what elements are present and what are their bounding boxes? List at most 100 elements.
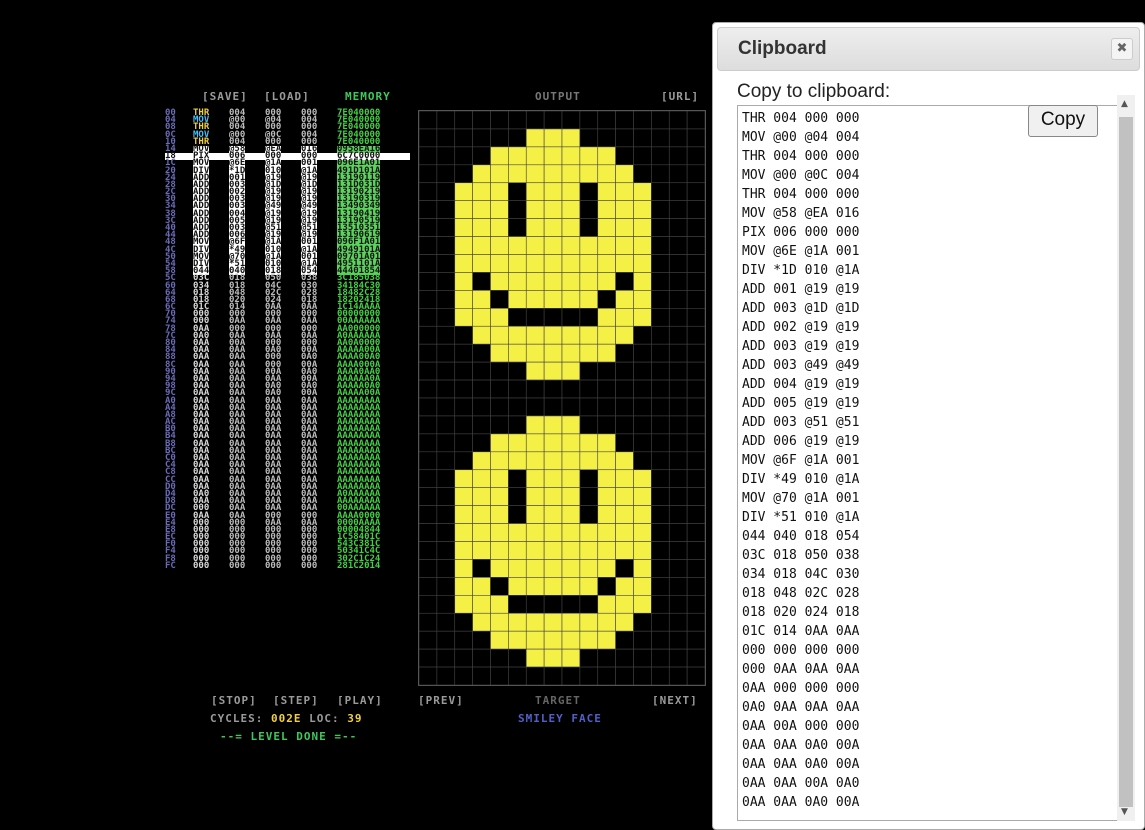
- output-pixel: [454, 451, 473, 471]
- output-pixel: [543, 415, 563, 435]
- output-pixel: [436, 325, 456, 345]
- clipboard-textarea[interactable]: THR 004 000 000 MOV @00 @04 004 THR 004 …: [737, 105, 1118, 821]
- output-pixel: [597, 200, 616, 219]
- output-pixel: [436, 666, 456, 685]
- output-pixel: [651, 164, 670, 184]
- output-pixel: [525, 111, 545, 130]
- next-button[interactable]: [NEXT]: [652, 694, 698, 707]
- output-pixel: [454, 111, 473, 130]
- output-pixel: [525, 343, 545, 363]
- scroll-up-icon[interactable]: ▲: [1121, 99, 1128, 109]
- output-pixel: [436, 612, 456, 632]
- output-pixel: [597, 577, 616, 596]
- output-pixel: [651, 487, 670, 506]
- output-pixel: [419, 577, 438, 596]
- output-pixel: [597, 666, 616, 685]
- output-pixel: [436, 308, 456, 327]
- output-pixel: [525, 433, 545, 453]
- code-row[interactable]: FC 000 000 000 000 281C2014: [165, 560, 410, 571]
- output-pixel: [419, 164, 438, 184]
- scroll-thumb[interactable]: [1119, 117, 1133, 807]
- row-address: FC: [165, 560, 176, 571]
- url-button[interactable]: [URL]: [661, 90, 699, 103]
- code-memory-panel[interactable]: 00 THR 004 000 000 7E040000 04 MOV @00 @04 004 7E04…: [165, 108, 410, 686]
- output-pixel: [615, 182, 634, 201]
- output-pixel: [454, 415, 473, 435]
- output-pixel: [686, 343, 705, 363]
- output-pixel: [508, 236, 527, 255]
- output-pixel: [454, 146, 473, 166]
- stop-button[interactable]: [STOP]: [211, 694, 257, 707]
- output-display: [418, 110, 706, 686]
- output-pixel: [633, 254, 652, 273]
- output-pixel: [651, 128, 670, 148]
- scroll-down-icon[interactable]: ▼: [1121, 807, 1128, 817]
- output-pixel: [686, 397, 705, 417]
- output-pixel: [561, 361, 581, 381]
- row-arg2: 000: [265, 560, 282, 571]
- output-pixel: [579, 595, 599, 614]
- copy-button[interactable]: Copy: [1028, 105, 1098, 137]
- output-pixel: [508, 469, 527, 488]
- step-button[interactable]: [STEP]: [273, 694, 319, 707]
- output-pixel: [508, 379, 527, 399]
- output-pixel: [615, 487, 634, 506]
- output-pixel: [579, 343, 599, 363]
- output-pixel: [686, 200, 705, 219]
- output-pixel: [651, 577, 670, 596]
- save-button[interactable]: [SAVE]: [202, 90, 248, 103]
- close-icon[interactable]: ✖: [1111, 38, 1133, 60]
- output-pixel: [579, 397, 599, 417]
- output-pixel: [633, 648, 652, 668]
- output-pixel: [525, 541, 545, 560]
- output-pixel: [490, 630, 509, 650]
- output-pixel: [419, 612, 438, 632]
- output-pixel: [651, 541, 670, 560]
- output-pixel: [668, 487, 688, 506]
- output-pixel: [633, 146, 652, 166]
- output-pixel: [561, 164, 581, 184]
- output-pixel: [525, 361, 545, 381]
- load-button[interactable]: [LOAD]: [264, 90, 310, 103]
- play-button[interactable]: [PLAY]: [337, 694, 383, 707]
- output-pixel: [686, 433, 705, 453]
- output-pixel: [436, 361, 456, 381]
- output-pixel: [490, 487, 509, 506]
- output-pixel: [615, 218, 634, 237]
- output-pixel: [579, 523, 599, 542]
- output-pixel: [525, 451, 545, 471]
- prev-button[interactable]: [PREV]: [418, 694, 464, 707]
- output-pixel: [454, 505, 473, 524]
- output-pixel: [633, 272, 652, 291]
- output-pixel: [668, 254, 688, 273]
- output-pixel: [561, 487, 581, 506]
- output-pixel: [508, 505, 527, 524]
- output-pixel: [633, 487, 652, 506]
- output-pixel: [525, 595, 545, 614]
- output-pixel: [454, 541, 473, 560]
- output-pixel: [472, 433, 491, 453]
- output-pixel: [651, 218, 670, 237]
- output-pixel: [561, 128, 581, 148]
- output-pixel: [490, 505, 509, 524]
- output-pixel: [419, 451, 438, 471]
- output-pixel: [436, 164, 456, 184]
- dialog-titlebar[interactable]: Clipboard ✖: [717, 27, 1140, 71]
- output-pixel: [615, 433, 634, 453]
- output-pixel: [651, 612, 670, 632]
- output-pixel: [686, 595, 705, 614]
- output-pixel: [543, 523, 563, 542]
- scrollbar[interactable]: ▲ ▼: [1117, 95, 1135, 821]
- output-pixel: [472, 182, 491, 201]
- output-pixel: [579, 111, 599, 130]
- output-pixel: [490, 541, 509, 560]
- output-pixel: [472, 146, 491, 166]
- output-pixel: [686, 254, 705, 273]
- output-pixel: [454, 666, 473, 685]
- output-pixel: [454, 630, 473, 650]
- target-name: SMILEY FACE: [518, 712, 602, 725]
- loc-label: LOC:: [309, 712, 340, 725]
- output-pixel: [561, 451, 581, 471]
- output-pixel: [668, 361, 688, 381]
- output-pixel: [436, 397, 456, 417]
